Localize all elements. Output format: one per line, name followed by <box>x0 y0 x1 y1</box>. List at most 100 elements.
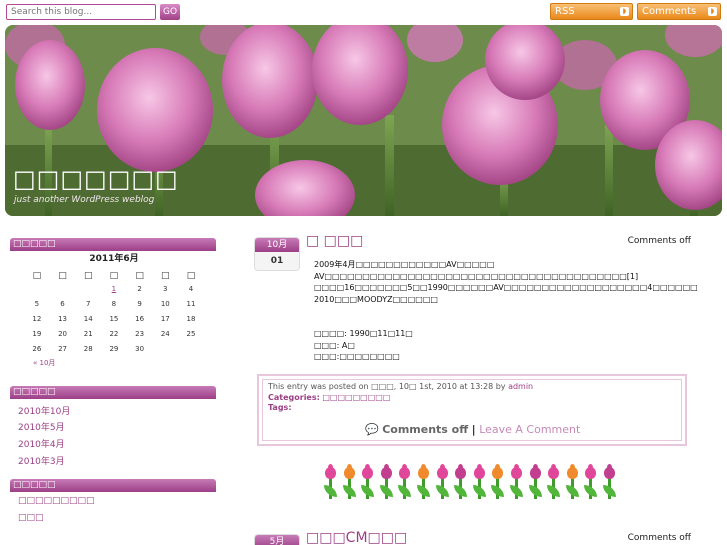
calendar-prev-month-link[interactable]: « 10月 <box>33 358 55 368</box>
site-title[interactable]: □□□□□□□ <box>13 165 179 193</box>
post-date-day: 01 <box>255 252 299 270</box>
calendar-day: 13 <box>58 315 67 323</box>
archive-link[interactable]: 2010年4月 <box>18 437 65 450</box>
tulip-icon <box>564 464 581 499</box>
calendar-day: 21 <box>83 330 93 338</box>
calendar-day: 29 <box>109 345 119 353</box>
tulip-icon <box>396 464 413 499</box>
comments-off-label: Comments off <box>382 423 469 436</box>
post-paragraph <box>314 317 694 329</box>
calendar-day: 6 <box>60 300 65 308</box>
comment-icon: 💬 <box>365 423 379 436</box>
tulip-icon <box>359 464 376 499</box>
comments-feed-button[interactable]: Comments ◗ <box>637 3 721 20</box>
calendar-day: 19 <box>32 330 42 338</box>
calendar-day: 9 <box>137 300 142 308</box>
post-comments-status: Comments off <box>627 533 691 543</box>
rss-icon: ◗ <box>708 7 717 16</box>
post-content: 2009年4月□□□□□□□□□□□□AV□□□□□ AV□□□□□□□□□□□… <box>314 259 698 363</box>
tulip-icon <box>341 464 358 499</box>
tulip-icon <box>545 464 562 499</box>
post-paragraph <box>314 305 694 317</box>
post-date-badge: 5月 <box>254 534 300 545</box>
post-paragraph: □□□: A□ <box>314 340 355 350</box>
calendar-day: 23 <box>135 330 145 338</box>
archive-link[interactable]: 2010年5月 <box>18 420 65 433</box>
calendar-day: 12 <box>32 315 42 323</box>
tulip-icon <box>434 464 451 499</box>
meta-at-time: at 13:28 by <box>459 382 506 391</box>
calendar-week: 1 2 3 4 <box>24 282 204 297</box>
post-title-link[interactable]: □ □□□ <box>306 233 363 249</box>
calendar-day: 18 <box>186 315 196 323</box>
calendar-day <box>24 282 50 297</box>
calendar-day: 24 <box>160 330 170 338</box>
post-date-month: 10月 <box>255 238 299 252</box>
calendar-week: 5 6 7 8 9 10 11 <box>24 297 204 312</box>
post-paragraph: □□□:□□□□□□□□ <box>314 352 400 361</box>
post-paragraph: AV□□□□□□□□□□□□□□□□□□□□□□□□□□□□□□□□□□□□□□… <box>314 271 639 281</box>
post-meta-inner: This entry was posted on □□□, 10□ 1st, 2… <box>262 379 682 441</box>
calendar-day: 4 <box>188 285 194 293</box>
rss-feed-label: RSS <box>555 6 575 17</box>
tulip-decoration <box>322 463 618 499</box>
calendar-day: 26 <box>32 345 42 353</box>
categories-heading: □□□□□ <box>10 479 216 492</box>
calendar-heading: □□□□□ <box>10 238 216 251</box>
tulip-icon <box>452 464 469 499</box>
category-link[interactable]: □□□ <box>18 513 44 523</box>
calendar-day: 17 <box>160 315 170 323</box>
comment-links-separator: | <box>471 423 476 436</box>
search-go-button[interactable]: GO <box>160 4 180 20</box>
calendar-day: 28 <box>83 345 93 353</box>
calendar-day: 3 <box>163 285 168 293</box>
meta-categories-label: Categories: <box>268 392 320 402</box>
tulip-icon <box>489 464 506 499</box>
comments-feed-label: Comments <box>642 6 697 17</box>
calendar-day: 25 <box>186 330 196 338</box>
meta-date: □□□, 10□ 1st, 2010 <box>371 382 457 391</box>
calendar-day <box>75 282 101 297</box>
meta-category-link[interactable]: □□□□□□□□□ <box>322 393 390 402</box>
calendar-day: 27 <box>58 345 67 353</box>
tulip-icon <box>378 464 395 499</box>
meta-author-link[interactable]: admin <box>508 382 533 391</box>
calendar-widget: 2011年6月 □ □ □ □ □ □ □ 1 2 3 4 5 6 7 8 9 10 11 12 13 1… <box>24 251 204 357</box>
tulip-icon <box>582 464 599 499</box>
meta-posted-prefix: This entry was posted on <box>268 382 369 391</box>
archives-heading: □□□□□ <box>10 386 216 399</box>
post-comments-status: Comments off <box>627 236 691 246</box>
tulip-icon <box>471 464 488 499</box>
rss-icon: ◗ <box>620 7 629 16</box>
header-banner: □□□□□□□ just another WordPress weblog <box>5 25 722 216</box>
tulip-icon <box>415 464 432 499</box>
calendar-day: 22 <box>109 330 119 338</box>
calendar-day: 14 <box>83 315 93 323</box>
calendar-day: 16 <box>135 315 145 323</box>
calendar-caption: 2011年6月 <box>89 254 139 264</box>
calendar-day: 5 <box>34 300 40 308</box>
calendar-week: 26 27 28 29 30 <box>24 342 204 357</box>
post-title-link[interactable]: □□□CM□□□ <box>306 530 407 545</box>
calendar-week: 19 20 21 22 23 24 25 <box>24 327 204 342</box>
search-input[interactable] <box>6 4 156 20</box>
calendar-day: 10 <box>160 300 170 308</box>
calendar-day-link[interactable]: 1 <box>101 282 127 297</box>
post-date-month: 5月 <box>255 535 299 545</box>
calendar-day: 8 <box>111 300 117 308</box>
rss-feed-button[interactable]: RSS ◗ <box>550 3 633 20</box>
leave-comment-link[interactable]: Leave A Comment <box>479 423 580 436</box>
archive-link[interactable]: 2010年10月 <box>18 404 70 417</box>
calendar-day: 11 <box>186 300 196 308</box>
calendar-day: 20 <box>58 330 67 338</box>
post-paragraph: 2009年4月□□□□□□□□□□□□AV□□□□□ <box>314 260 495 269</box>
calendar-day: 30 <box>135 345 145 353</box>
post-meta-categories-line: Categories: □□□□□□□□□ <box>268 393 676 404</box>
post-meta-box: This entry was posted on □□□, 10□ 1st, 2… <box>257 374 687 446</box>
category-link[interactable]: □□□□□□□□□ <box>18 496 95 506</box>
post-meta-posted-line: This entry was posted on □□□, 10□ 1st, 2… <box>268 382 676 393</box>
calendar-day: 7 <box>85 300 91 308</box>
tulip-icon <box>322 464 339 499</box>
archive-link[interactable]: 2010年3月 <box>18 454 65 467</box>
site-tagline: just another WordPress weblog <box>14 195 155 205</box>
